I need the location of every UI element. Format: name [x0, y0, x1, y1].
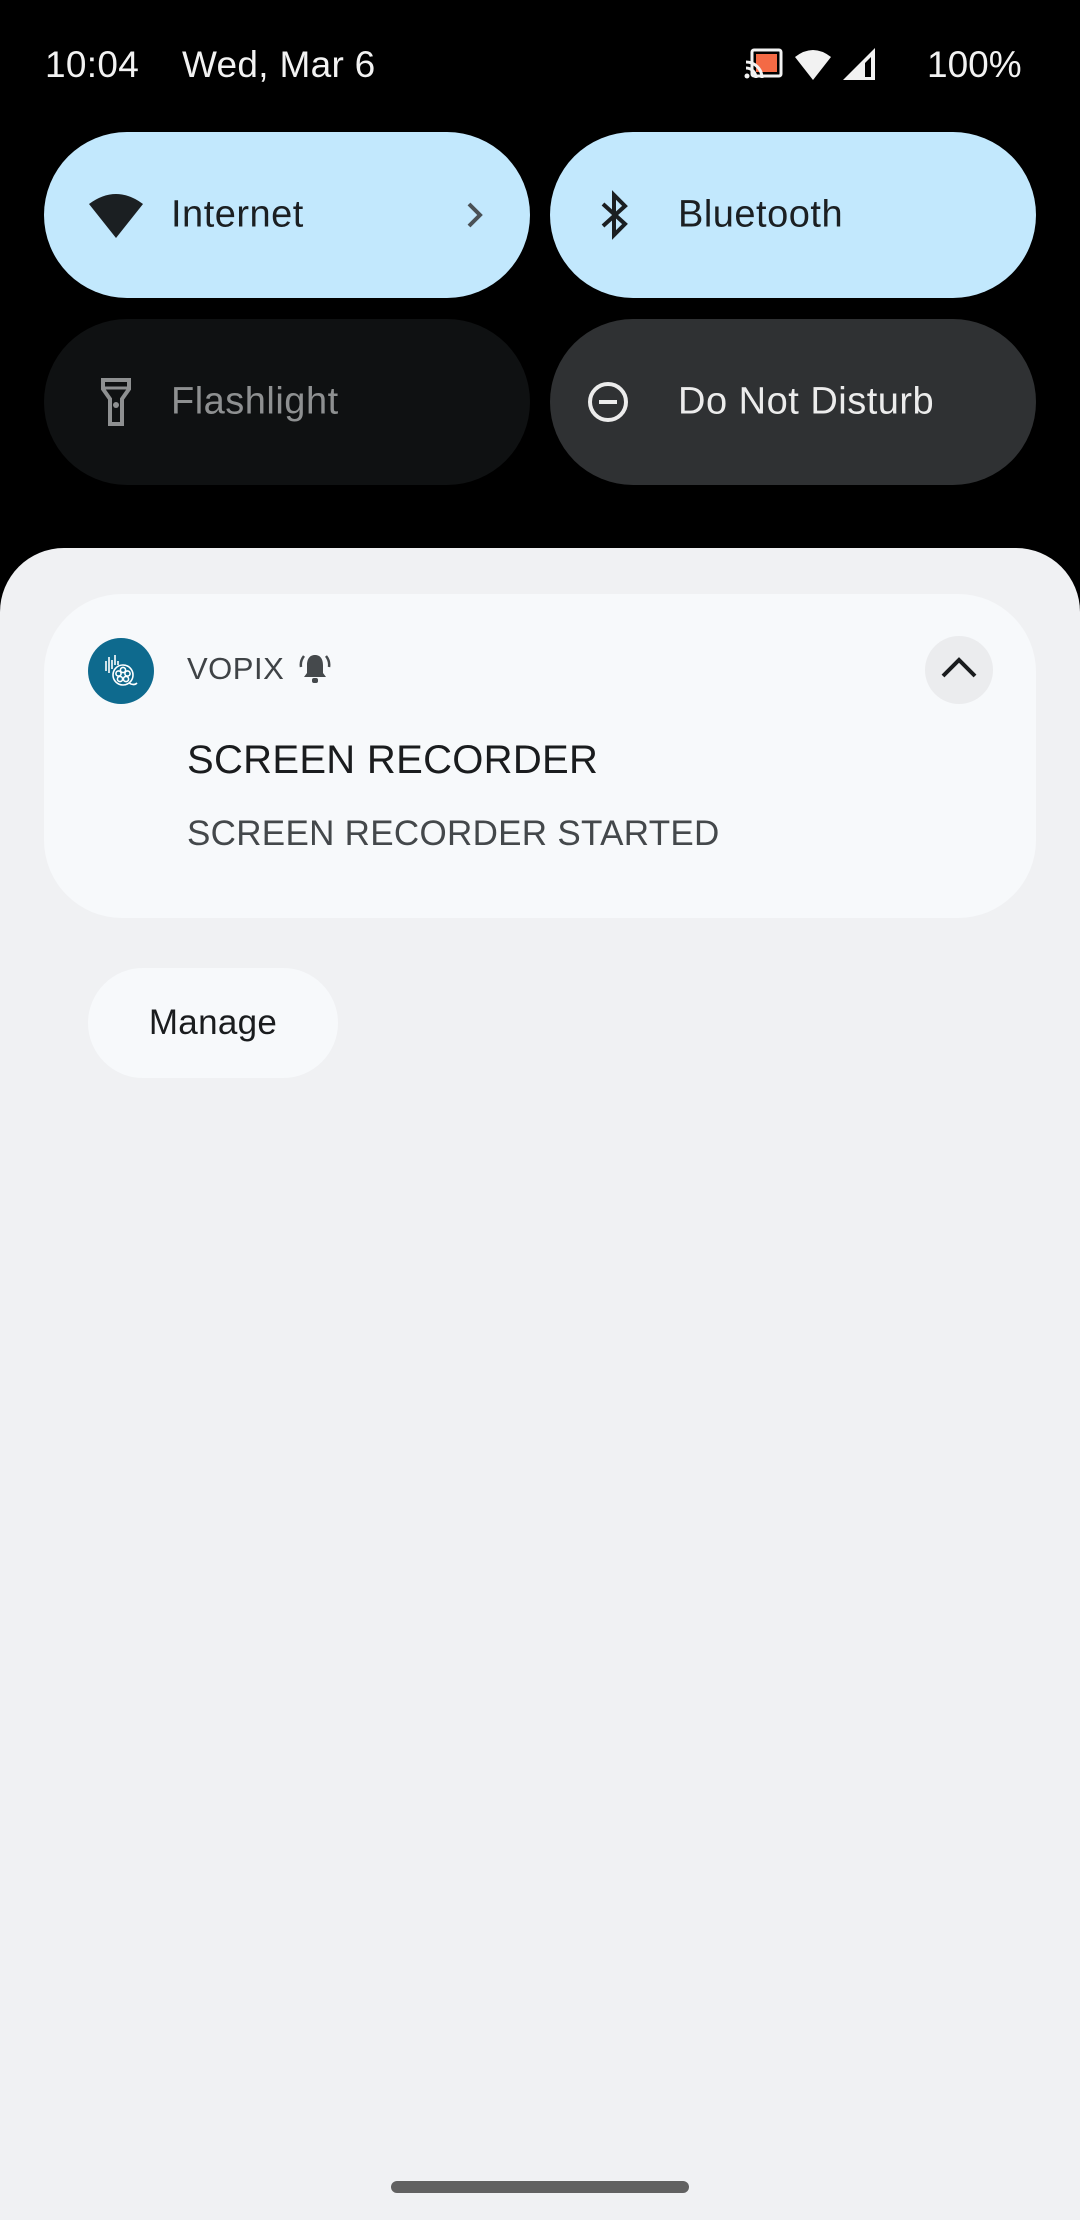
tile-internet[interactable]: Internet	[44, 132, 530, 298]
bell-ringing-icon	[299, 652, 331, 686]
tile-label: Do Not Disturb	[678, 380, 935, 423]
notification-shade-screen: 10:04 Wed, Mar 6 100% Internet Bluetooth…	[0, 0, 1080, 2220]
cast-icon	[744, 48, 784, 85]
date[interactable]: Wed, Mar 6	[182, 44, 376, 86]
bluetooth-icon	[586, 187, 642, 243]
film-reel-icon	[88, 638, 154, 704]
wifi-icon	[794, 48, 832, 85]
app-name: VOPIX	[187, 651, 285, 686]
chevron-up-icon	[940, 656, 978, 685]
clock: 10:04	[45, 44, 140, 85]
collapse-notification-button[interactable]	[925, 636, 993, 704]
notification-text: SCREEN RECORDER STARTED	[187, 814, 720, 853]
home-gesture-handle[interactable]	[391, 2181, 689, 2193]
chevron-right-icon[interactable]	[460, 195, 490, 235]
tile-label: Internet	[171, 193, 304, 236]
cellular-signal-icon	[842, 47, 876, 86]
notification-card[interactable]: VOPIX SCREEN RECORDER SCREEN RECORDER ST…	[44, 594, 1036, 918]
notification-title: SCREEN RECORDER	[187, 738, 599, 782]
tile-label: Flashlight	[171, 380, 339, 423]
tile-bluetooth[interactable]: Bluetooth	[550, 132, 1036, 298]
tile-label: Bluetooth	[678, 193, 844, 236]
wifi-icon	[88, 187, 144, 243]
tile-flashlight[interactable]: Flashlight	[44, 319, 530, 485]
battery-percentage: 100%	[927, 44, 1022, 85]
tile-do-not-disturb[interactable]: Do Not Disturb	[550, 319, 1036, 485]
do-not-disturb-icon	[580, 374, 636, 430]
status-bar: 10:04 Wed, Mar 6 100%	[0, 0, 1080, 130]
flashlight-icon	[88, 374, 144, 430]
manage-notifications-button[interactable]: Manage	[88, 968, 338, 1078]
status-icons	[744, 46, 876, 86]
